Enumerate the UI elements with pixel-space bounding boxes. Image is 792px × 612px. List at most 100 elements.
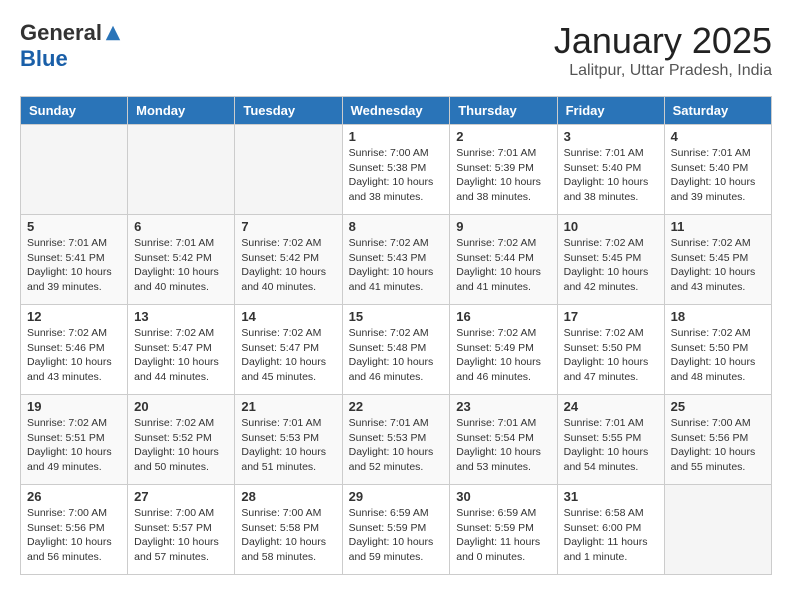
calendar-cell: 25Sunrise: 7:00 AM Sunset: 5:56 PM Dayli… <box>664 395 771 485</box>
day-info: Sunrise: 7:01 AM Sunset: 5:55 PM Dayligh… <box>564 416 658 475</box>
calendar-cell: 20 Sunrise: 7:02 AM Sunset: 5:52 PM Dayli… <box>128 395 235 485</box>
day-number: 1 <box>349 129 444 144</box>
day-number: 15 <box>349 309 444 324</box>
calendar-week-row: 19Sunrise: 7:02 AM Sunset: 5:51 PM Dayli… <box>21 395 772 485</box>
day-info: Sunrise: 6:59 AM Sunset: 5:59 PM Dayligh… <box>349 506 444 565</box>
day-info: Sunrise: 7:02 AM Sunset: 5:50 PM Dayligh… <box>671 326 765 385</box>
day-info: Sunrise: 7:01 AM Sunset: 5:53 PM Dayligh… <box>241 416 335 475</box>
calendar-cell: 2 Sunrise: 7:01 AM Sunset: 5:39 PM Daylig… <box>450 125 557 215</box>
calendar-cell: 13 Sunrise: 7:02 AM Sunset: 5:47 PM Dayli… <box>128 305 235 395</box>
day-number: 18 <box>671 309 765 324</box>
title-section: January 2025 Lalitpur, Uttar Pradesh, In… <box>554 20 772 80</box>
day-info: Sunrise: 7:02 AM Sunset: 5:49 PM Dayligh… <box>456 326 550 385</box>
calendar-cell: 29 Sunrise: 6:59 AM Sunset: 5:59 PM Dayli… <box>342 485 450 575</box>
calendar-cell: 26 Sunrise: 7:00 AM Sunset: 5:56 PM Dayli… <box>21 485 128 575</box>
day-number: 9 <box>456 219 550 234</box>
calendar-cell: 21 Sunrise: 7:01 AM Sunset: 5:53 PM Dayli… <box>235 395 342 485</box>
calendar-title: January 2025 <box>554 20 772 62</box>
day-number: 23 <box>456 399 550 414</box>
day-info: Sunrise: 7:02 AM Sunset: 5:43 PM Dayligh… <box>349 236 444 295</box>
calendar-subtitle: Lalitpur, Uttar Pradesh, India <box>554 62 772 80</box>
calendar-cell: 31 Sunrise: 6:58 AM Sunset: 6:00 PM Dayli… <box>557 485 664 575</box>
day-info: Sunrise: 7:01 AM Sunset: 5:42 PM Dayligh… <box>134 236 228 295</box>
day-number: 19 <box>27 399 121 414</box>
day-number: 31 <box>564 489 658 504</box>
calendar-cell: 30 Sunrise: 6:59 AM Sunset: 5:59 PM Dayli… <box>450 485 557 575</box>
day-info: Sunrise: 7:02 AM Sunset: 5:52 PM Dayligh… <box>134 416 228 475</box>
day-number: 12 <box>27 309 121 324</box>
day-number: 29 <box>349 489 444 504</box>
day-info: Sunrise: 7:01 AM Sunset: 5:39 PM Dayligh… <box>456 146 550 205</box>
day-info: Sunrise: 7:02 AM Sunset: 5:46 PM Dayligh… <box>27 326 121 385</box>
calendar-cell: 11 Sunrise: 7:02 AM Sunset: 5:45 PM Dayli… <box>664 215 771 305</box>
day-number: 7 <box>241 219 335 234</box>
weekday-header-wednesday: Wednesday <box>342 97 450 125</box>
calendar-cell: 27 Sunrise: 7:00 AM Sunset: 5:57 PM Dayli… <box>128 485 235 575</box>
day-info: Sunrise: 7:02 AM Sunset: 5:47 PM Dayligh… <box>134 326 228 385</box>
calendar-cell: 4 Sunrise: 7:01 AM Sunset: 5:40 PM Daylig… <box>664 125 771 215</box>
calendar-week-row: 1 Sunrise: 7:00 AM Sunset: 5:38 PM Daylig… <box>21 125 772 215</box>
day-info: Sunrise: 7:00 AM Sunset: 5:38 PM Dayligh… <box>349 146 444 205</box>
calendar-cell <box>664 485 771 575</box>
day-number: 11 <box>671 219 765 234</box>
day-info: Sunrise: 7:01 AM Sunset: 5:54 PM Dayligh… <box>456 416 550 475</box>
logo-general: General <box>20 20 102 46</box>
calendar-cell: 12 Sunrise: 7:02 AM Sunset: 5:46 PM Dayli… <box>21 305 128 395</box>
calendar-cell: 14 Sunrise: 7:02 AM Sunset: 5:47 PM Dayli… <box>235 305 342 395</box>
weekday-header-monday: Monday <box>128 97 235 125</box>
day-number: 6 <box>134 219 228 234</box>
day-number: 20 <box>134 399 228 414</box>
calendar-cell: 24Sunrise: 7:01 AM Sunset: 5:55 PM Dayli… <box>557 395 664 485</box>
weekday-header-sunday: Sunday <box>21 97 128 125</box>
day-number: 30 <box>456 489 550 504</box>
day-number: 8 <box>349 219 444 234</box>
weekday-header-friday: Friday <box>557 97 664 125</box>
calendar-cell: 23 Sunrise: 7:01 AM Sunset: 5:54 PM Dayli… <box>450 395 557 485</box>
calendar-cell: 22Sunrise: 7:01 AM Sunset: 5:53 PM Dayli… <box>342 395 450 485</box>
calendar-cell: 16 Sunrise: 7:02 AM Sunset: 5:49 PM Dayli… <box>450 305 557 395</box>
day-number: 27 <box>134 489 228 504</box>
day-info: Sunrise: 7:00 AM Sunset: 5:56 PM Dayligh… <box>27 506 121 565</box>
calendar-cell: 18 Sunrise: 7:02 AM Sunset: 5:50 PM Dayli… <box>664 305 771 395</box>
day-info: Sunrise: 6:58 AM Sunset: 6:00 PM Dayligh… <box>564 506 658 565</box>
calendar-week-row: 5Sunrise: 7:01 AM Sunset: 5:41 PM Daylig… <box>21 215 772 305</box>
day-info: Sunrise: 7:02 AM Sunset: 5:42 PM Dayligh… <box>241 236 335 295</box>
day-info: Sunrise: 7:02 AM Sunset: 5:47 PM Dayligh… <box>241 326 335 385</box>
day-number: 4 <box>671 129 765 144</box>
day-info: Sunrise: 7:02 AM Sunset: 5:45 PM Dayligh… <box>564 236 658 295</box>
day-number: 17 <box>564 309 658 324</box>
calendar-week-row: 12 Sunrise: 7:02 AM Sunset: 5:46 PM Dayli… <box>21 305 772 395</box>
calendar-cell: 3 Sunrise: 7:01 AM Sunset: 5:40 PM Daylig… <box>557 125 664 215</box>
day-number: 14 <box>241 309 335 324</box>
day-info: Sunrise: 7:02 AM Sunset: 5:45 PM Dayligh… <box>671 236 765 295</box>
day-number: 10 <box>564 219 658 234</box>
day-number: 13 <box>134 309 228 324</box>
day-number: 21 <box>241 399 335 414</box>
day-number: 28 <box>241 489 335 504</box>
calendar-cell: 28Sunrise: 7:00 AM Sunset: 5:58 PM Dayli… <box>235 485 342 575</box>
day-number: 16 <box>456 309 550 324</box>
calendar-cell: 1 Sunrise: 7:00 AM Sunset: 5:38 PM Daylig… <box>342 125 450 215</box>
logo-blue: Blue <box>20 46 68 72</box>
day-number: 2 <box>456 129 550 144</box>
day-info: Sunrise: 7:02 AM Sunset: 5:44 PM Dayligh… <box>456 236 550 295</box>
day-info: Sunrise: 7:01 AM Sunset: 5:40 PM Dayligh… <box>671 146 765 205</box>
day-info: Sunrise: 7:01 AM Sunset: 5:40 PM Dayligh… <box>564 146 658 205</box>
day-info: Sunrise: 7:01 AM Sunset: 5:53 PM Dayligh… <box>349 416 444 475</box>
day-info: Sunrise: 6:59 AM Sunset: 5:59 PM Dayligh… <box>456 506 550 565</box>
day-info: Sunrise: 7:00 AM Sunset: 5:57 PM Dayligh… <box>134 506 228 565</box>
calendar-table: SundayMondayTuesdayWednesdayThursdayFrid… <box>20 96 772 575</box>
calendar-cell <box>235 125 342 215</box>
weekday-header-thursday: Thursday <box>450 97 557 125</box>
calendar-cell <box>21 125 128 215</box>
day-info: Sunrise: 7:00 AM Sunset: 5:56 PM Dayligh… <box>671 416 765 475</box>
calendar-cell <box>128 125 235 215</box>
day-number: 26 <box>27 489 121 504</box>
calendar-cell: 7 Sunrise: 7:02 AM Sunset: 5:42 PM Daylig… <box>235 215 342 305</box>
day-info: Sunrise: 7:02 AM Sunset: 5:48 PM Dayligh… <box>349 326 444 385</box>
calendar-week-row: 26 Sunrise: 7:00 AM Sunset: 5:56 PM Dayli… <box>21 485 772 575</box>
calendar-cell: 15 Sunrise: 7:02 AM Sunset: 5:48 PM Dayli… <box>342 305 450 395</box>
logo-icon <box>104 24 122 42</box>
day-number: 3 <box>564 129 658 144</box>
day-info: Sunrise: 7:01 AM Sunset: 5:41 PM Dayligh… <box>27 236 121 295</box>
